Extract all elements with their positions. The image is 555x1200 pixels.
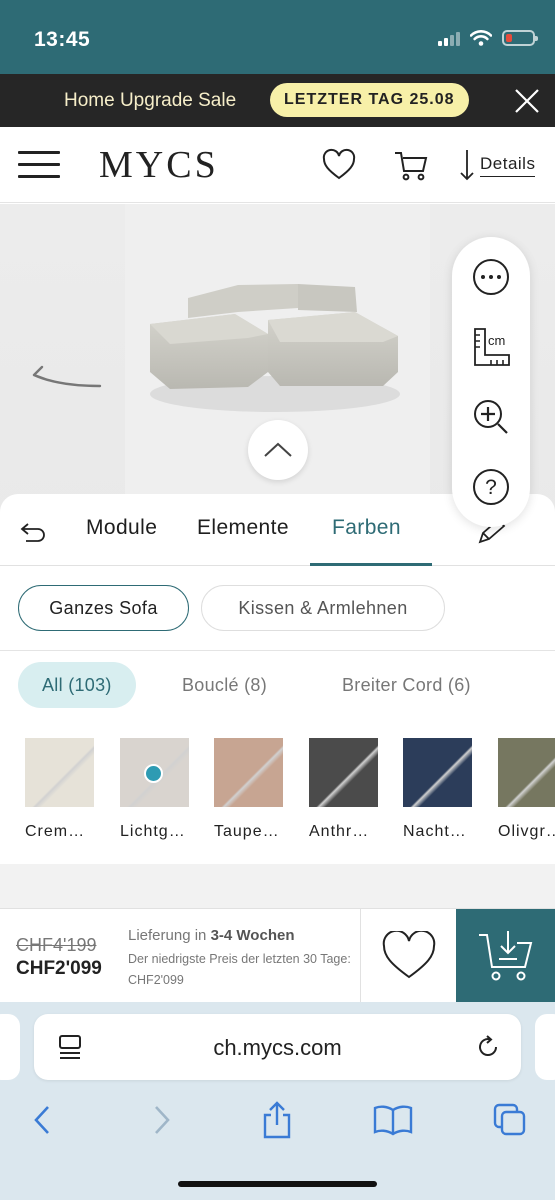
promo-banner: Home Upgrade Sale LETZTER TAG 25.08	[0, 74, 555, 127]
dimensions-button[interactable]: cm	[461, 317, 521, 377]
chip-kissen-armlehnen[interactable]: Kissen & Armlehnen	[201, 585, 445, 631]
tabs-icon	[493, 1103, 526, 1136]
tab-farben[interactable]: Farben	[332, 516, 401, 540]
active-tab-indicator	[310, 563, 432, 566]
more-icon	[473, 259, 509, 295]
chip-ganzes-sofa[interactable]: Ganzes Sofa	[18, 585, 189, 631]
promo-badge[interactable]: LETZTER TAG 25.08	[270, 83, 469, 117]
wifi-icon	[470, 30, 492, 46]
address-bar[interactable]: ch.mycs.com	[34, 1014, 521, 1080]
sofa-image	[150, 284, 400, 412]
wishlist-button[interactable]	[360, 909, 456, 1003]
configurator-sheet: Module Elemente Farben Ganzes Sofa Kisse…	[0, 494, 555, 864]
share-icon	[263, 1101, 291, 1139]
chevron-left-icon	[34, 1106, 49, 1134]
swatch-4[interactable]	[403, 738, 472, 807]
reload-icon[interactable]	[475, 1034, 501, 1060]
swatch-2[interactable]	[214, 738, 283, 807]
back-button[interactable]	[22, 1100, 62, 1140]
forward-button[interactable]	[142, 1100, 182, 1140]
add-to-cart-button[interactable]	[456, 909, 555, 1003]
zoom-in-icon	[474, 400, 508, 434]
swatch-label: Taupe…	[214, 823, 280, 840]
share-button[interactable]	[257, 1100, 297, 1140]
menu-icon[interactable]	[18, 151, 60, 181]
logo[interactable]: MYCS	[99, 143, 219, 187]
help-button[interactable]: ?	[461, 457, 521, 517]
swatch-3[interactable]	[309, 738, 378, 807]
swatch-label: Nacht…	[403, 823, 467, 840]
details-link[interactable]: Details	[460, 149, 536, 181]
tab-module[interactable]: Module	[86, 516, 157, 540]
selected-indicator	[144, 764, 163, 783]
book-icon	[373, 1105, 413, 1136]
ruler-cm-icon: cm	[474, 328, 510, 366]
filter-boucle[interactable]: Bouclé (8)	[182, 662, 267, 708]
old-price: CHF4'199	[16, 935, 97, 955]
tabs-button[interactable]	[490, 1100, 530, 1140]
swatch-label: Anthr…	[309, 823, 370, 840]
viewer-tool-panel: cm ?	[452, 237, 530, 527]
current-price: CHF2'099	[16, 958, 102, 979]
svg-text:cm: cm	[488, 333, 505, 348]
more-options-button[interactable]	[461, 247, 521, 307]
battery-icon	[502, 30, 538, 46]
next-tab-peek[interactable]	[535, 1014, 555, 1080]
details-label: Details	[480, 154, 536, 177]
collapse-button[interactable]	[248, 420, 308, 480]
chevron-right-icon	[155, 1106, 170, 1134]
browser-toolbar: ch.mycs.com	[0, 1002, 555, 1200]
close-icon[interactable]	[512, 86, 542, 116]
status-bar: 13:45	[0, 0, 555, 74]
home-indicator[interactable]	[178, 1181, 377, 1187]
cellular-signal-icon	[438, 31, 460, 46]
undo-icon[interactable]	[18, 516, 48, 546]
bookmarks-button[interactable]	[373, 1100, 413, 1140]
swatch-label: Lichtg…	[120, 823, 186, 840]
spacer	[0, 864, 555, 908]
swatch-0[interactable]	[25, 738, 94, 807]
help-icon: ?	[473, 469, 509, 505]
tab-elemente[interactable]: Elemente	[197, 516, 289, 540]
previous-tab-peek[interactable]	[0, 1014, 20, 1080]
svg-text:?: ?	[485, 476, 497, 499]
rotate-hint-arrow-icon	[32, 365, 102, 388]
price-bar: CHF4'199 CHF2'099 Lieferung in 3-4 Woche…	[0, 908, 555, 1003]
filter-all[interactable]: All (103)	[18, 662, 136, 708]
delivery-time: 3-4 Wochen	[210, 927, 295, 944]
heart-icon[interactable]	[321, 147, 357, 183]
swatch-label: Olivgr…	[498, 823, 555, 840]
swatch-1[interactable]	[120, 738, 189, 807]
lowest-price-note: Der niedrigste Preis der letzten 30 Tage…	[128, 952, 351, 987]
swatch-label: Crem…	[25, 823, 86, 840]
promo-text: Home Upgrade Sale	[64, 90, 237, 111]
chevron-up-icon	[264, 442, 292, 457]
delivery-info: Lieferung in 3-4 Wochen	[128, 927, 295, 944]
arrow-down-icon	[460, 150, 474, 181]
cart-icon[interactable]	[393, 147, 429, 183]
url-text: ch.mycs.com	[213, 1035, 342, 1060]
add-to-cart-icon	[478, 931, 532, 981]
heart-icon	[382, 931, 435, 979]
status-time: 13:45	[34, 28, 91, 51]
zoom-button[interactable]	[461, 387, 521, 447]
swatch-5[interactable]	[498, 738, 555, 807]
filter-breiter-cord[interactable]: Breiter Cord (6)	[342, 662, 471, 708]
site-header: MYCS Details	[0, 127, 555, 203]
divider	[0, 650, 555, 651]
